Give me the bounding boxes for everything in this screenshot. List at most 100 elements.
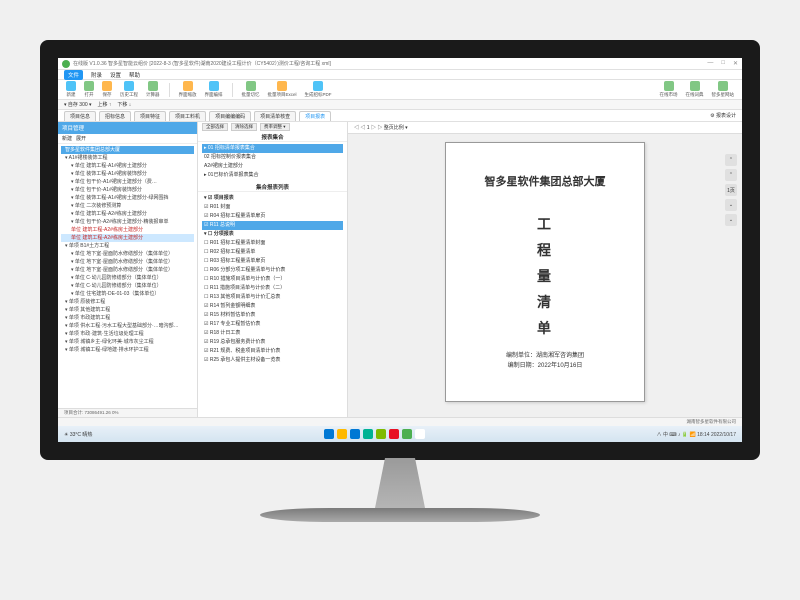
list-item[interactable]: ☑ R04 招标工程量清单扉页	[202, 212, 343, 221]
list-item[interactable]: ☑ R18 计日工表	[202, 329, 343, 338]
list-item[interactable]: ☑ R19 总承包服务费计价表	[202, 338, 343, 347]
pv-side-btn-0[interactable]: ⌃	[725, 154, 737, 166]
minimize-button[interactable]: —	[707, 60, 713, 67]
toolbar-btn-4[interactable]: 计算器	[144, 81, 162, 98]
tab-5[interactable]: 项目清单核查	[254, 111, 296, 121]
tab-4[interactable]: 项目编编编码	[209, 111, 251, 121]
pv-side-btn-2[interactable]: 1页	[725, 184, 737, 196]
toolbar-btn-7[interactable]: 批量切忆	[240, 81, 262, 98]
toolbar-btn-6[interactable]: 界面编排	[203, 81, 225, 98]
report-design-button[interactable]: ⚙ 报表设计	[710, 112, 736, 119]
menu-2[interactable]: 设置	[110, 71, 121, 79]
toolbar-btn-1[interactable]: 打开	[82, 81, 96, 98]
system-tray[interactable]: ∧ 中 ⌨ ♪ 🔋 📶 18:14 2022/10/17	[657, 431, 736, 438]
list-item[interactable]: ☐ R10 措施项目清单与计价表（一）	[202, 275, 343, 284]
list-item[interactable]: ▾ ☐ 分项报表	[202, 230, 343, 239]
menu-3[interactable]: 帮助	[129, 71, 140, 79]
tree-node[interactable]: ▾ 单位 包干价-A1#裙房土建部分（费…	[61, 178, 194, 186]
tree-node[interactable]: ▾ 单位 地下室·屋面防水修缮部分（集体单位）	[61, 266, 194, 274]
list-item[interactable]: ☑ R25 承包人提供主材设备一览表	[202, 356, 343, 365]
taskbar-app-6[interactable]	[402, 429, 412, 439]
toolbar-btn-5[interactable]: 界面缩放	[177, 81, 199, 98]
preview-side-controls[interactable]: ⌃ ⌃ 1页 ⌄ ⌄	[724, 154, 738, 226]
list-item[interactable]: ▾ ☑ 项目报表	[202, 194, 343, 203]
tree-node[interactable]: 单位 建筑工程-A2#栋房土建部分	[61, 226, 194, 234]
tree-node[interactable]: ▾ 单位 包干价-A2#栋房土建部分-精装报审单	[61, 218, 194, 226]
taskbar-app-2[interactable]	[350, 429, 360, 439]
tab-2[interactable]: 项目特征	[134, 111, 166, 121]
weather-widget[interactable]: ☀ 33°C 晴热	[64, 431, 92, 438]
tree-node[interactable]: 智多星软件集团总部大厦	[61, 146, 194, 154]
tree-node[interactable]: ▾ 单项 市政·建筑·生活垃圾处理工程	[61, 330, 194, 338]
move-down-button[interactable]: 下移 ↓	[117, 101, 131, 108]
taskbar-app-5[interactable]	[389, 429, 399, 439]
list-item[interactable]: ☑ R14 暂列金额明细表	[202, 302, 343, 311]
tree-node[interactable]: ▾ 单项 原装修工程	[61, 298, 194, 306]
list-item[interactable]: ☑ R01 封面	[202, 203, 343, 212]
list-item[interactable]: ☑ R21 规费、税金项目清单计价表	[202, 347, 343, 356]
toolbar-btn-8[interactable]: 批量项目Excel	[266, 81, 299, 98]
expand-tab[interactable]: 展开	[76, 135, 86, 142]
page-nav[interactable]: ◁ ◁ 1 ▷ ▷ 整页比例 ▾	[354, 124, 408, 131]
list-item[interactable]: ☐ R03 招标工程量清单扉页	[202, 257, 343, 266]
new-tab[interactable]: 新建	[62, 135, 72, 142]
mid-btn-1[interactable]: 清除选择	[231, 123, 257, 131]
menu-0[interactable]: 文件	[64, 70, 83, 80]
tab-3[interactable]: 项目工料机	[169, 111, 206, 121]
mid-btn-0[interactable]: 全部选择	[202, 123, 228, 131]
tree-node[interactable]: ▾ 单位 装饰工程-A1#裙房装饰部分	[61, 170, 194, 178]
report-items-list[interactable]: ▾ ☑ 项目报表☑ R01 封面☑ R04 招标工程量清单扉页☑ R11 总说明…	[198, 192, 347, 417]
mid-btn-2[interactable]: 费率调整 ▾	[260, 123, 290, 131]
toolbar-right-0[interactable]: 在线市场	[658, 81, 680, 98]
tree-node[interactable]: ▾ 单项 城镇工程-绿地建·排水环护工程	[61, 346, 194, 354]
pv-side-btn-3[interactable]: ⌄	[725, 199, 737, 211]
list-item[interactable]: A2#裙房土建部分	[202, 162, 343, 171]
tree-node[interactable]: ▾ 单位 住宅建筑-DE-01-03（集体单位）	[61, 290, 194, 298]
list-item[interactable]: ☐ R02 招标工程量清单	[202, 248, 343, 257]
tree-node[interactable]: ▾ 单位 二次装修预测算	[61, 202, 194, 210]
pv-side-btn-4[interactable]: ⌄	[725, 214, 737, 226]
tree-node[interactable]: ▾ 单位 建筑工程-A1#裙房土建部分	[61, 162, 194, 170]
tree-node[interactable]: ▾ 单项 市政建筑工程	[61, 314, 194, 322]
list-item[interactable]: ☑ R17 专业工程暂估价表	[202, 320, 343, 329]
toolbar-btn-2[interactable]: 保存	[100, 81, 114, 98]
tab-6[interactable]: 项目报表	[299, 111, 331, 121]
taskbar-app-3[interactable]	[363, 429, 373, 439]
maximize-button[interactable]: □	[721, 60, 725, 67]
tree-node[interactable]: ▾ A1#裙楼装饰工程	[61, 154, 194, 162]
tree-node[interactable]: 单位 建筑工程-A2#栋房土建部分	[61, 234, 194, 242]
tree-node[interactable]: ▾ 单项 供水工程·污水工程大型基础部分·…暗沟部…	[61, 322, 194, 330]
project-tree[interactable]: 智多星软件集团总部大厦▾ A1#裙楼装饰工程▾ 单位 建筑工程-A1#裙房土建部…	[58, 144, 197, 408]
list-item[interactable]: ☐ R11 措施项目清单与计价表（二）	[202, 284, 343, 293]
tree-node[interactable]: ▾ 单项 城镇乡主-绿化环美·城市灰尘工程	[61, 338, 194, 346]
tab-0[interactable]: 项目信息	[64, 111, 96, 121]
tree-node[interactable]: ▾ 单位 包干价-A1#裙房装饰部分	[61, 186, 194, 194]
close-button[interactable]: ✕	[733, 60, 738, 67]
list-item[interactable]: ☐ R13 其他项目清单与计价汇总表	[202, 293, 343, 302]
tree-node[interactable]: ▾ 单位 地下室·屋面防水修缮部分（集体单位）	[61, 258, 194, 266]
tree-node[interactable]: ▾ 单项 B1#土方工程	[61, 242, 194, 250]
report-set-list[interactable]: ▸ 01 招标清单报表集合02 招标控制价报表集合A2#裙房土建部分▸ 01已标…	[198, 142, 347, 182]
list-item[interactable]: ☐ R06 分部分项工程量清单与计价表	[202, 266, 343, 275]
tree-node[interactable]: ▾ 单位 装饰工程-A1#裙房土建部分-绿网围挡	[61, 194, 194, 202]
taskbar-app-7[interactable]	[415, 429, 425, 439]
toolbar-right-1[interactable]: 在线词典	[684, 81, 706, 98]
move-up-button[interactable]: 上移 ↑	[98, 101, 112, 108]
list-item[interactable]: ▸ 01已标价清单报表集合	[202, 171, 343, 180]
list-item[interactable]: 02 招标控制价报表集合	[202, 153, 343, 162]
menu-1[interactable]: 附录	[91, 71, 102, 79]
pv-side-btn-1[interactable]: ⌃	[725, 169, 737, 181]
taskbar-app-0[interactable]	[324, 429, 334, 439]
toolbar-btn-0[interactable]: 新建	[64, 81, 78, 98]
taskbar-app-1[interactable]	[337, 429, 347, 439]
list-item[interactable]: ▸ 01 招标清单报表集合	[202, 144, 343, 153]
tree-node[interactable]: ▾ 单位 C·幼儿园防修缮部分（集体单位）	[61, 274, 194, 282]
tree-node[interactable]: ▾ 单位 地下室·屋面防水修缮部分（集体单位）	[61, 250, 194, 258]
toolbar-right-2[interactable]: 智多星网站	[710, 81, 737, 98]
tree-node[interactable]: ▾ 单位 C·幼儿园防修缮部分（集体单位）	[61, 282, 194, 290]
windows-taskbar[interactable]: ☀ 33°C 晴热 ∧ 中 ⌨ ♪ 🔋 📶 18:14 2022/10/17	[58, 426, 742, 442]
tree-node[interactable]: ▾ 单位 建筑工程-A2#栋房土建部分	[61, 210, 194, 218]
list-item[interactable]: ☑ R11 总说明	[202, 221, 343, 230]
tree-node[interactable]: ▾ 单项 其他建筑工程	[61, 306, 194, 314]
tab-1[interactable]: 招标信息	[99, 111, 131, 121]
